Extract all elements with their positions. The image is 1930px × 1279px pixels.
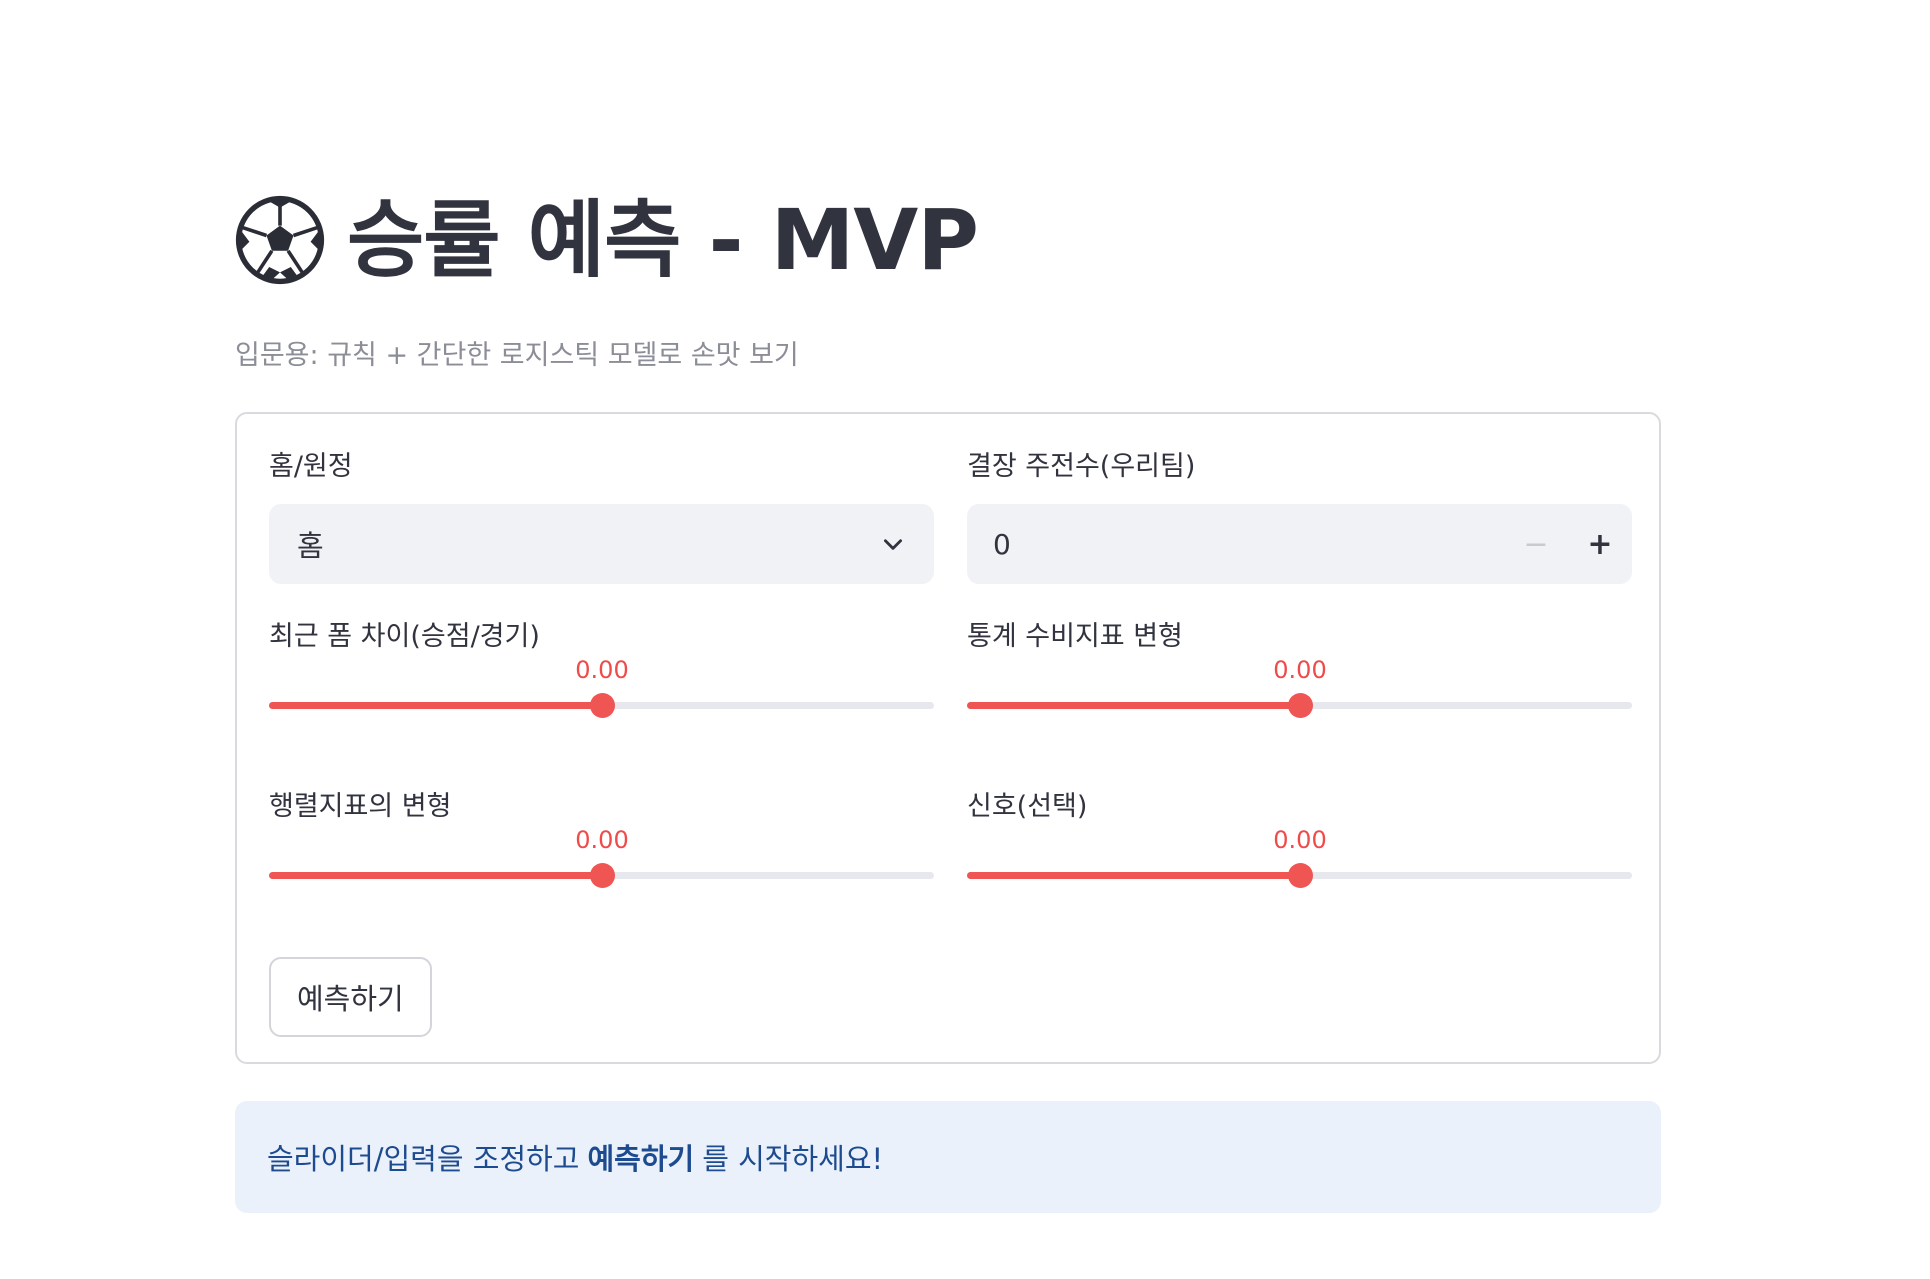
increment-button[interactable]: + — [1568, 504, 1632, 584]
matrix-stat-slider[interactable]: 0.00 — [269, 826, 934, 916]
page-caption: 입문용: 규칙 + 간단한 로지스틱 모델로 손맛 보기 — [235, 340, 799, 371]
soccer-ball-icon — [235, 195, 325, 285]
slider-fill — [269, 702, 602, 709]
recent-form-label: 최근 폼 차이(승점/경기) — [269, 621, 540, 652]
defense-stat-label: 통계 수비지표 변형 — [967, 621, 1183, 652]
predict-button[interactable]: 예측하기 — [269, 957, 432, 1037]
decrement-button[interactable]: − — [1504, 504, 1568, 584]
recent-form-slider[interactable]: 0.00 — [269, 656, 934, 746]
slider-fill — [967, 872, 1300, 879]
slider-fill — [967, 702, 1300, 709]
home-away-field: 홈/원정 홈 — [269, 450, 934, 584]
slider-value-label: 0.00 — [575, 656, 629, 684]
matrix-stat-label: 행렬지표의 변형 — [269, 791, 452, 822]
defense-stat-field: 통계 수비지표 변형 0.00 — [967, 620, 1632, 718]
absent-players-label: 결장 주전수(우리팀) — [967, 451, 1196, 482]
defense-stat-slider[interactable]: 0.00 — [967, 656, 1632, 746]
chevron-down-icon — [884, 539, 902, 550]
home-away-selected-value: 홈 — [297, 529, 324, 563]
slider-thumb[interactable] — [590, 693, 615, 718]
slider-thumb[interactable] — [1288, 693, 1313, 718]
home-away-label: 홈/원정 — [269, 451, 353, 482]
slider-value-label: 0.00 — [1273, 826, 1327, 854]
main-container: 승률 예측 - MVP 입문용: 규칙 + 간단한 로지스틱 모델로 손맛 보기… — [235, 180, 1665, 1213]
preference-field: 신호(선택) 0.00 — [967, 790, 1632, 888]
slider-value-label: 0.00 — [575, 826, 629, 854]
slider-thumb[interactable] — [590, 863, 615, 888]
alert-text-after: 를 시작하세요! — [702, 1142, 884, 1176]
title-row: 승률 예측 - MVP — [235, 180, 1665, 300]
slider-value-label: 0.00 — [1273, 656, 1327, 684]
absent-players-input[interactable] — [967, 503, 1504, 585]
slider-fill — [269, 872, 602, 879]
slider-thumb[interactable] — [1288, 863, 1313, 888]
alert-text-bold: 예측하기 — [587, 1142, 695, 1176]
recent-form-field: 최근 폼 차이(승점/경기) 0.00 — [269, 620, 934, 718]
page-title: 승률 예측 - MVP — [347, 191, 979, 289]
preference-slider[interactable]: 0.00 — [967, 826, 1632, 916]
info-alert: 슬라이더/입력을 조정하고 예측하기 를 시작하세요! — [235, 1101, 1661, 1213]
preference-label: 신호(선택) — [967, 791, 1088, 822]
alert-text-before: 슬라이더/입력을 조정하고 — [267, 1142, 580, 1176]
matrix-stat-field: 행렬지표의 변형 0.00 — [269, 790, 934, 888]
home-away-select[interactable]: 홈 — [269, 504, 934, 584]
absent-players-stepper: − + — [967, 503, 1632, 585]
absent-players-field: 결장 주전수(우리팀) − + — [967, 450, 1632, 585]
prediction-form: 홈/원정 홈 결장 주전수(우리팀) − + 최근 폼 차이(승점/경기) 0.… — [235, 412, 1661, 1064]
